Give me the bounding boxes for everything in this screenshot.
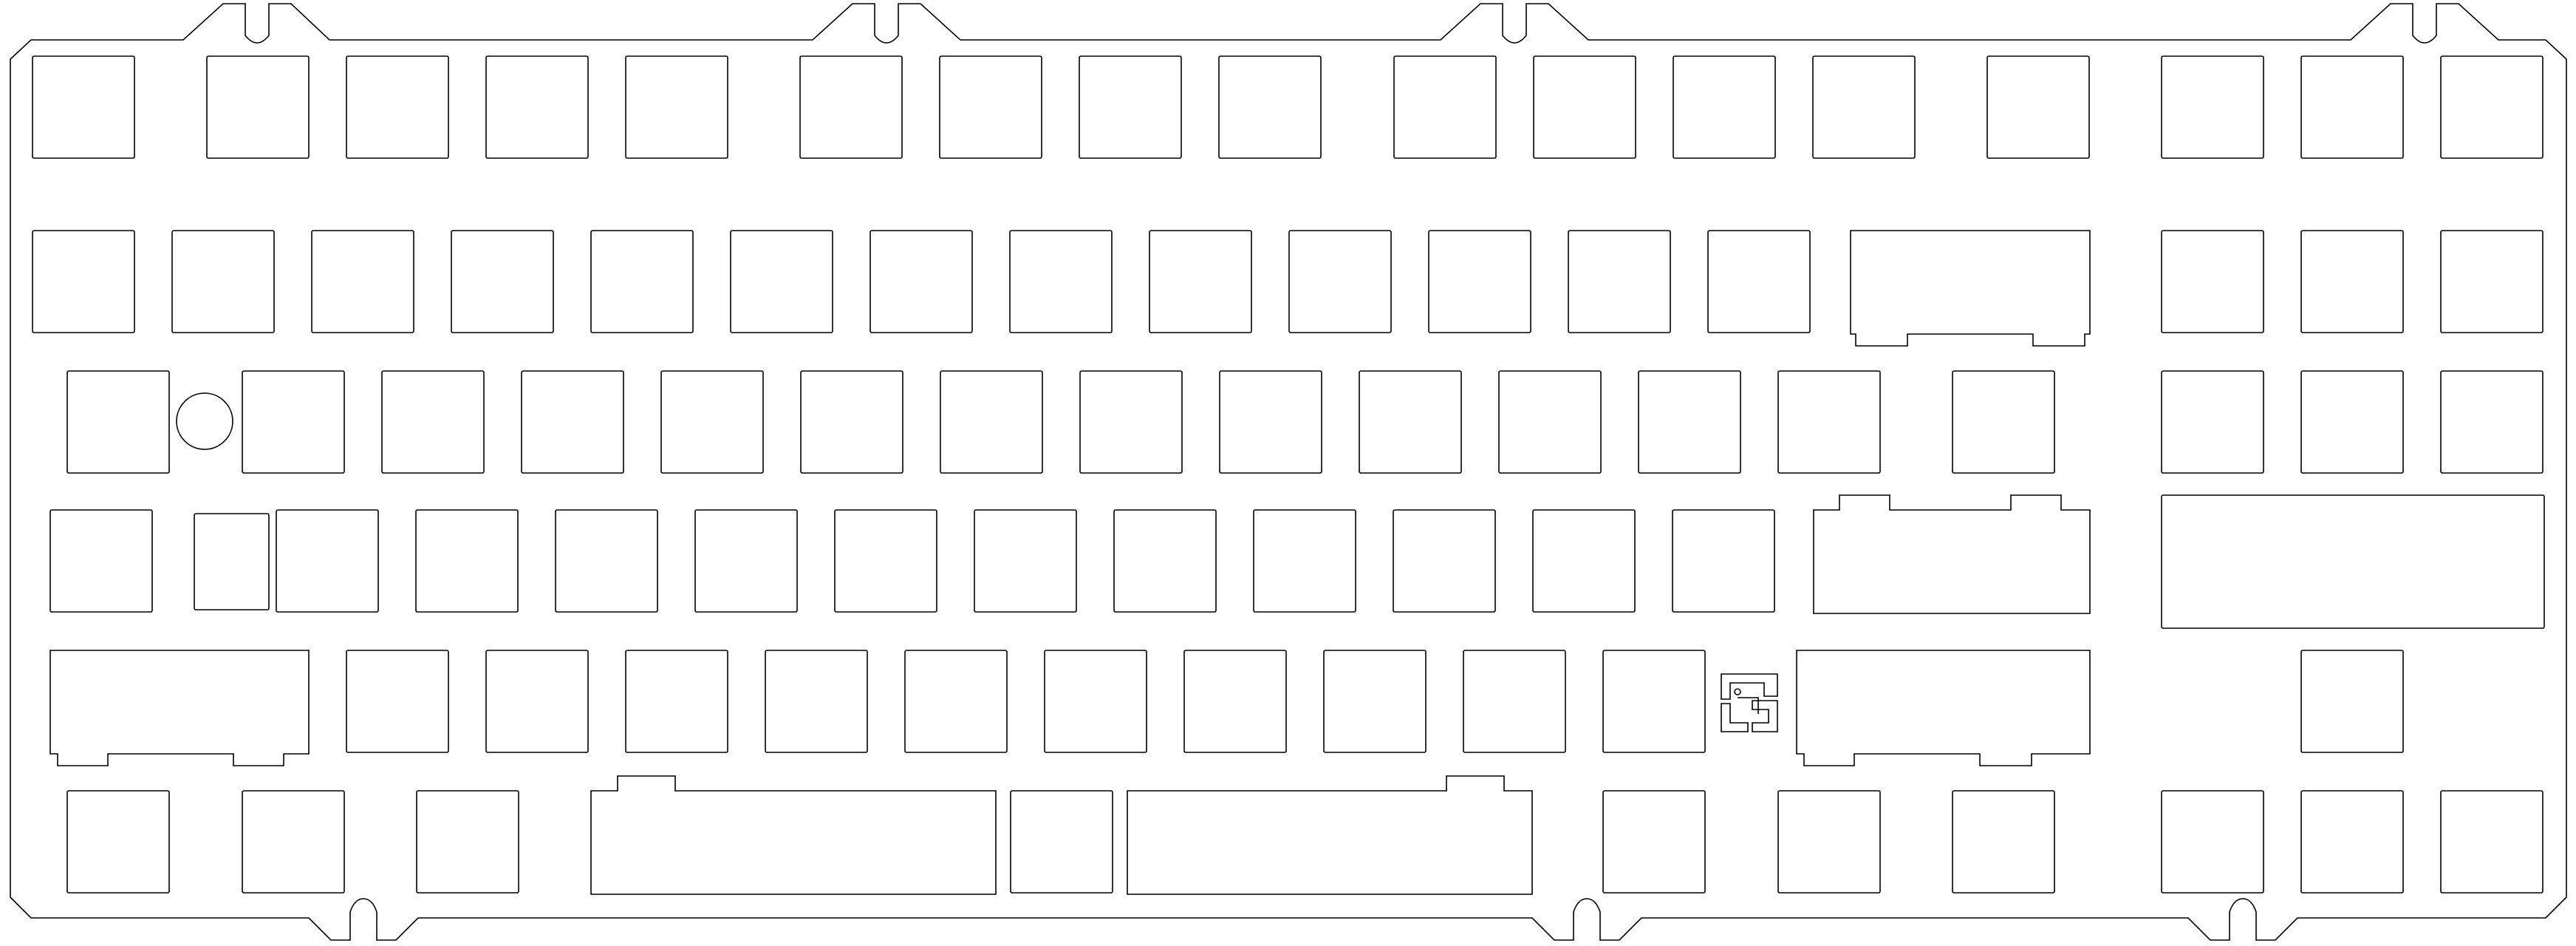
key-cutout [1079, 55, 1182, 159]
key-cutout [2440, 55, 2543, 159]
key-cutout [1498, 370, 1602, 474]
key-cutout [1183, 650, 1287, 753]
key-cutout [1673, 55, 1776, 159]
key-cutout [1149, 230, 1252, 333]
plate-drawing [0, 0, 2576, 946]
plate-outline [10, 3, 2567, 941]
stabilizer-cutout-icon [1127, 775, 1533, 895]
key-cutout [521, 370, 624, 474]
key-cutout [1393, 55, 1497, 159]
key-cutout [242, 370, 345, 474]
key-cutout [451, 230, 554, 333]
key-cutout [2300, 55, 2404, 159]
key-cutout [1288, 230, 1392, 333]
key-cutout [1323, 650, 1427, 753]
plate-svg [10, 3, 2567, 941]
stabilizer-cutout-icon [1796, 650, 2091, 766]
key-cutout [1672, 509, 1775, 613]
key-cutout [2161, 370, 2264, 474]
key-cutout [1986, 55, 2090, 159]
key-cutout [1219, 370, 1322, 474]
stabilizer-cutout-icon [1850, 230, 2091, 347]
key-cutout [625, 650, 728, 753]
key-cutout [311, 230, 414, 333]
large-cutout [2161, 494, 2545, 629]
logo-mark-icon [1721, 673, 1778, 732]
key-cutout [1428, 230, 1531, 333]
key-cutout [1952, 790, 2055, 894]
key-cutout [765, 650, 868, 753]
key-cutout [32, 230, 135, 333]
key-cutout [381, 370, 485, 474]
key-cutout [939, 55, 1042, 159]
key-cutout [730, 230, 833, 333]
key-cutout [2300, 370, 2404, 474]
key-cutout [1010, 790, 1113, 894]
key-cutout [660, 370, 764, 474]
key-cutout [1393, 509, 1496, 613]
key-cutout [590, 230, 694, 333]
key-cutout [171, 230, 275, 333]
key-cutout [1009, 230, 1113, 333]
key-cutout [485, 55, 589, 159]
key-cutout [904, 650, 1008, 753]
key-cutout [834, 509, 937, 613]
key-cutout [1113, 509, 1217, 613]
stabilizer-cutout-icon [1813, 494, 2091, 614]
stabilizer-cutout-icon [590, 775, 997, 895]
key-cutout [940, 370, 1043, 474]
key-cutout [276, 509, 379, 613]
key-cutout [1253, 509, 1356, 613]
key-cutout [2440, 370, 2543, 474]
stabilizer-cutout-icon [49, 650, 310, 766]
key-cutout [1777, 790, 1881, 894]
key-cutout [49, 509, 153, 613]
key-cutout [346, 650, 449, 753]
led-cutout [194, 513, 270, 610]
key-cutout [2440, 230, 2543, 333]
key-cutout [799, 55, 903, 159]
key-cutout [416, 790, 519, 894]
key-cutout [1532, 509, 1636, 613]
key-cutout [1602, 790, 1706, 894]
key-cutout [1079, 370, 1183, 474]
key-cutout [2161, 55, 2264, 159]
key-cutout [1812, 55, 1916, 159]
key-cutout [625, 55, 728, 159]
key-cutout [2300, 230, 2404, 333]
key-cutout [1707, 230, 1811, 333]
key-cutout [1952, 370, 2055, 474]
key-cutout [1602, 650, 1706, 753]
key-cutout [870, 230, 973, 333]
key-cutouts [32, 55, 2545, 894]
key-cutout [242, 790, 345, 894]
key-cutout [974, 509, 1077, 613]
key-cutout [2161, 790, 2264, 894]
alignment-hole-icon [176, 392, 233, 450]
key-cutout [1218, 55, 1322, 159]
key-cutout [1044, 650, 1147, 753]
key-cutout [1777, 370, 1881, 474]
key-cutout [1359, 370, 1462, 474]
key-cutout [1463, 650, 1566, 753]
key-cutout [2300, 650, 2404, 753]
key-cutout [66, 790, 170, 894]
key-cutout [800, 370, 903, 474]
key-cutout [346, 55, 449, 159]
key-cutout [2300, 790, 2404, 894]
key-cutout [206, 55, 310, 159]
key-cutout [1568, 230, 1671, 333]
key-cutout [32, 55, 135, 159]
key-cutout [694, 509, 798, 613]
key-cutout [415, 509, 519, 613]
key-cutout [485, 650, 589, 753]
key-cutout [2440, 790, 2543, 894]
key-cutout [2161, 230, 2264, 333]
key-cutout [66, 370, 170, 474]
key-cutout [555, 509, 658, 613]
key-cutout [1638, 370, 1741, 474]
key-cutout [1533, 55, 1636, 159]
